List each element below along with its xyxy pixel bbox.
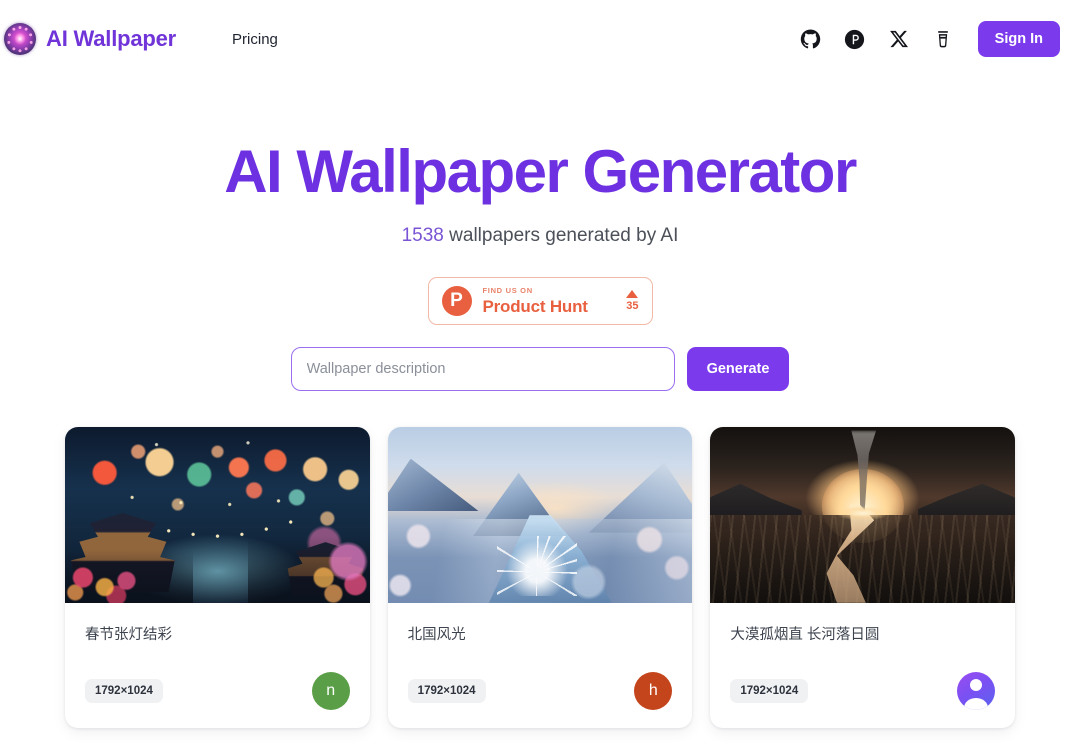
buy-me-a-coffee-icon[interactable] xyxy=(932,28,954,50)
frosted-shrub-decoration xyxy=(497,536,577,596)
product-hunt-kicker: FIND US ON xyxy=(482,286,533,296)
social-links xyxy=(800,28,954,50)
product-hunt-logo-icon: P xyxy=(441,286,472,316)
x-twitter-icon[interactable] xyxy=(888,28,910,50)
hero-subtitle-text: wallpapers generated by AI xyxy=(443,225,679,246)
page-title: AI Wallpaper Generator xyxy=(224,138,857,205)
hero-section: AI Wallpaper Generator 1538 wallpapers g… xyxy=(0,78,1080,391)
wallpaper-card-meta: 1792×1024 xyxy=(730,672,996,710)
wallpaper-card-meta: 1792×1024 h xyxy=(407,672,673,710)
product-hunt-votes: 35 xyxy=(626,290,639,312)
avatar[interactable]: n xyxy=(311,672,350,710)
avatar[interactable] xyxy=(957,672,996,710)
wallpaper-thumbnail[interactable] xyxy=(710,427,1016,603)
avatar[interactable]: h xyxy=(634,672,673,710)
product-hunt-text: FIND US ON Product Hunt xyxy=(483,287,616,315)
wallpaper-card-body: 大漠孤烟直 长河落日圆 1792×1024 xyxy=(710,603,1015,728)
wallpaper-title: 北国风光 xyxy=(407,627,466,643)
wallpaper-title: 大漠孤烟直 长河落日圆 xyxy=(730,627,880,643)
product-hunt-badge-wrap: P FIND US ON Product Hunt 35 xyxy=(0,277,1080,325)
hero-subtitle: 1538 wallpapers generated by AI xyxy=(0,225,1080,247)
wallpaper-thumbnail[interactable] xyxy=(387,427,693,603)
brand-logo[interactable]: AI Wallpaper xyxy=(4,23,176,55)
product-hunt-icon[interactable] xyxy=(844,28,866,50)
brand-name: AI Wallpaper xyxy=(46,26,177,51)
product-hunt-badge[interactable]: P FIND US ON Product Hunt 35 xyxy=(427,277,653,325)
flowers-left-decoration xyxy=(65,550,193,603)
upvote-caret-icon xyxy=(626,290,639,298)
sun-flare-decoration xyxy=(838,507,888,520)
wallpaper-card-body: 春节张灯结彩 1792×1024 n xyxy=(65,603,370,728)
github-icon[interactable] xyxy=(800,28,822,50)
purple-orb-logo-icon xyxy=(4,23,36,55)
sign-in-button[interactable]: Sign In xyxy=(977,21,1060,57)
wallpaper-description-input[interactable] xyxy=(290,347,675,391)
wallpaper-gallery: 春节张灯结彩 1792×1024 n 北国风光 1792×1024 h 大漠孤烟… xyxy=(0,427,1080,728)
wallpaper-thumbnail[interactable] xyxy=(65,427,370,603)
product-hunt-name: Product Hunt xyxy=(482,296,588,316)
main-nav: Pricing xyxy=(232,31,278,48)
wallpaper-card[interactable]: 春节张灯结彩 1792×1024 n xyxy=(65,427,370,728)
orb-dots-decoration xyxy=(6,25,34,53)
site-header: AI Wallpaper Pricing Sign In xyxy=(0,0,1080,78)
resolution-badge: 1792×1024 xyxy=(85,679,163,703)
wallpaper-card-meta: 1792×1024 n xyxy=(85,672,350,710)
generate-form: Generate xyxy=(0,347,1080,391)
wallpaper-card[interactable]: 大漠孤烟直 长河落日圆 1792×1024 xyxy=(710,427,1016,728)
flowers-right-decoration xyxy=(247,536,370,603)
wallpaper-card[interactable]: 北国风光 1792×1024 h xyxy=(387,427,693,728)
wallpaper-card-body: 北国风光 1792×1024 h xyxy=(388,603,693,728)
upvote-count: 35 xyxy=(626,300,639,312)
resolution-badge: 1792×1024 xyxy=(407,679,486,703)
generate-button[interactable]: Generate xyxy=(686,347,790,391)
nav-pricing[interactable]: Pricing xyxy=(232,31,278,48)
wallpaper-count: 1538 xyxy=(401,225,444,246)
wallpaper-title: 春节张灯结彩 xyxy=(85,627,172,643)
resolution-badge: 1792×1024 xyxy=(730,679,809,703)
